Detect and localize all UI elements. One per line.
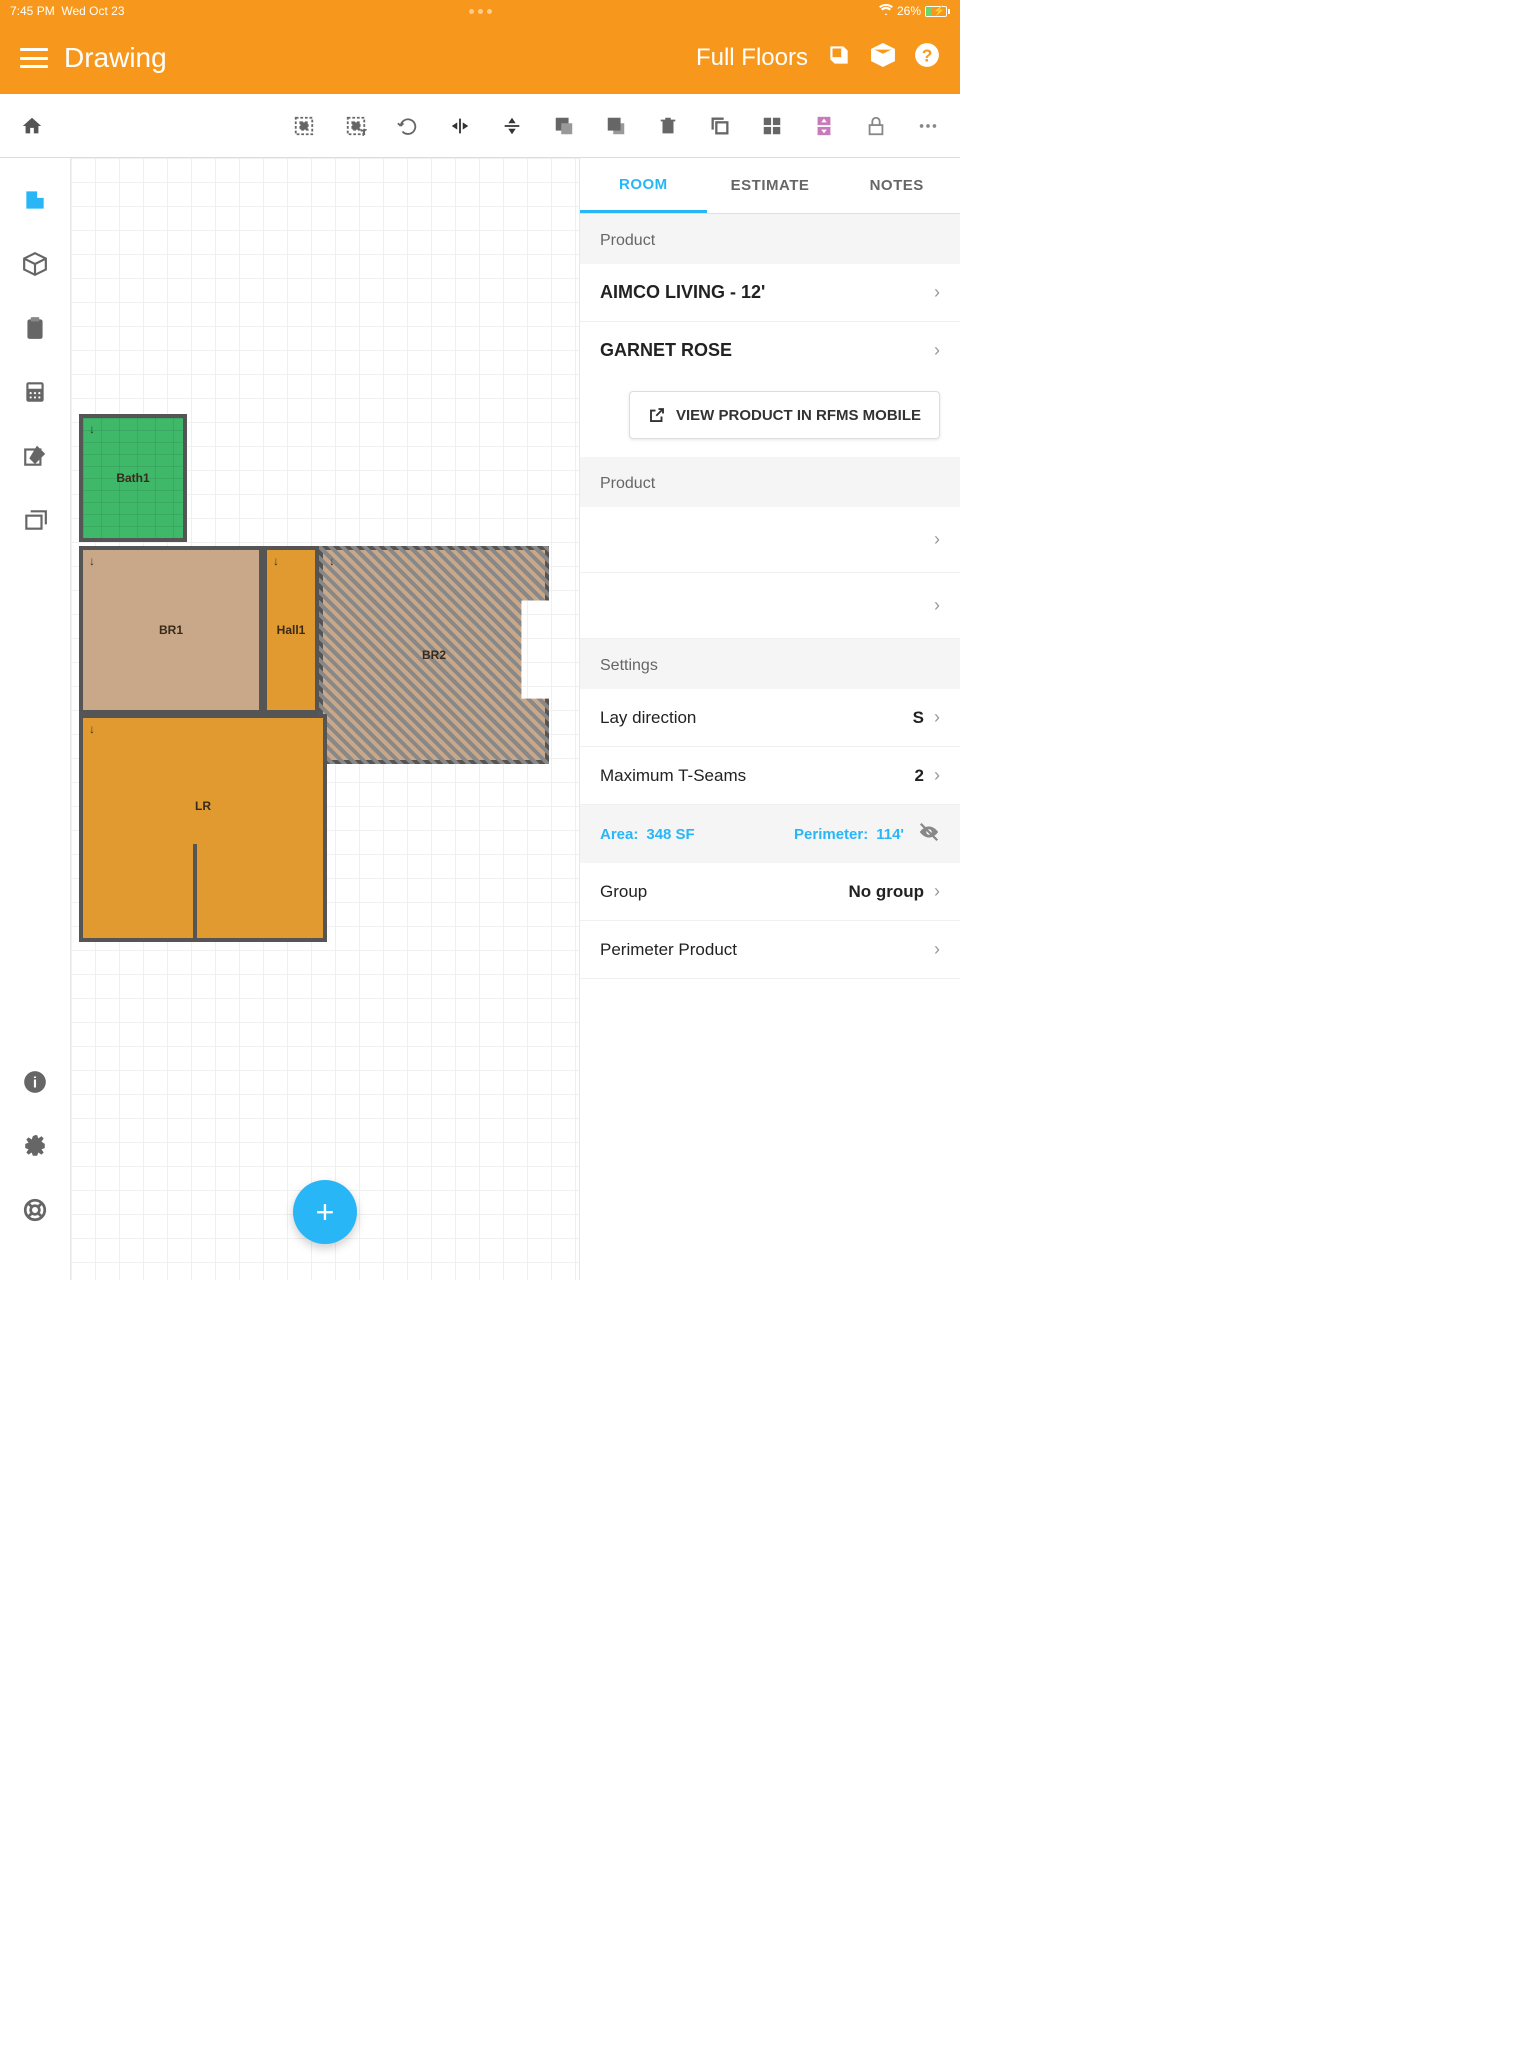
box-icon[interactable] — [870, 42, 896, 75]
tab-room[interactable]: ROOM — [580, 158, 707, 213]
right-panel: ROOM ESTIMATE NOTES Product AIMCO LIVING… — [580, 158, 960, 1280]
room-br1[interactable]: ↓BR1 — [79, 546, 263, 714]
home-icon[interactable] — [20, 114, 44, 138]
sidebar-calc-icon[interactable] — [21, 378, 49, 406]
sidebar-box-icon[interactable] — [21, 250, 49, 278]
battery-icon: ⚡ — [925, 6, 950, 17]
sidebar-clipboard-icon[interactable] — [21, 314, 49, 342]
area-row: Area: 348 SF Perimeter: 114' — [580, 805, 960, 863]
send-back-icon[interactable] — [604, 114, 628, 138]
product2-row1[interactable]: › — [580, 507, 960, 573]
more-icon[interactable] — [916, 114, 940, 138]
lay-direction-row[interactable]: Lay directionS› — [580, 689, 960, 747]
svg-text:i: i — [33, 1074, 37, 1091]
sidebar-package-icon[interactable] — [21, 506, 49, 534]
sidebar-edit-icon[interactable] — [21, 442, 49, 470]
panel-tabs: ROOM ESTIMATE NOTES — [580, 158, 960, 214]
tab-notes[interactable]: NOTES — [833, 158, 960, 213]
select-icon[interactable] — [292, 114, 316, 138]
wifi-icon — [879, 4, 893, 18]
room-hall1[interactable]: ↓Hall1 — [263, 546, 319, 714]
help-icon[interactable]: ? — [914, 42, 940, 75]
svg-text:?: ? — [922, 45, 933, 65]
select-t-icon[interactable]: T — [344, 114, 368, 138]
lock-icon[interactable] — [864, 114, 888, 138]
room-bath1[interactable]: ↓Bath1 — [79, 414, 187, 542]
sidebar-floor-icon[interactable] — [21, 186, 49, 214]
toolbar: T — [0, 94, 960, 158]
svg-text:T: T — [362, 128, 367, 137]
sidebar-info-icon[interactable]: i — [21, 1068, 49, 1096]
trash-icon[interactable] — [656, 114, 680, 138]
tab-estimate[interactable]: ESTIMATE — [707, 158, 834, 213]
status-date: Wed Oct 23 — [61, 4, 124, 18]
bring-front-icon[interactable] — [552, 114, 576, 138]
handle-dots — [469, 9, 492, 14]
product2-row2[interactable]: › — [580, 573, 960, 639]
grid-icon[interactable] — [760, 114, 784, 138]
menu-icon[interactable] — [20, 48, 48, 68]
full-floors-label[interactable]: Full Floors — [696, 44, 808, 72]
section-settings: Settings — [580, 639, 960, 689]
flip-v-icon[interactable] — [500, 114, 524, 138]
left-sidebar: i — [0, 158, 70, 1280]
layers-icon[interactable] — [826, 42, 852, 75]
battery-percent: 26% — [897, 4, 921, 18]
product-line2[interactable]: GARNET ROSE› — [580, 322, 960, 379]
section-product: Product — [580, 214, 960, 264]
tseams-row[interactable]: Maximum T-Seams2› — [580, 747, 960, 805]
compress-icon[interactable] — [812, 114, 836, 138]
app-header: Drawing Full Floors ? — [0, 22, 960, 94]
room-br2[interactable]: ↓BR2 — [319, 546, 549, 764]
rotate-icon[interactable] — [396, 114, 420, 138]
sidebar-settings-icon[interactable] — [21, 1132, 49, 1160]
perimeter-product-row[interactable]: Perimeter Product› — [580, 921, 960, 979]
add-button[interactable]: + — [293, 1180, 357, 1244]
copy-icon[interactable] — [708, 114, 732, 138]
eye-off-icon[interactable] — [918, 821, 940, 847]
flip-h-icon[interactable] — [448, 114, 472, 138]
section-product2: Product — [580, 457, 960, 507]
view-product-button[interactable]: VIEW PRODUCT IN RFMS MOBILE — [629, 391, 940, 439]
status-time: 7:45 PM — [10, 4, 55, 18]
room-lr-ext[interactable] — [193, 844, 327, 942]
canvas[interactable]: ↓Bath1 ↓BR1 ↓Hall1 ↓BR2 ↓LR + — [70, 158, 580, 1280]
sidebar-support-icon[interactable] — [21, 1196, 49, 1224]
status-bar: 7:45 PM Wed Oct 23 26% ⚡ — [0, 0, 960, 22]
group-row[interactable]: GroupNo group› — [580, 863, 960, 921]
product-line1[interactable]: AIMCO LIVING - 12'› — [580, 264, 960, 322]
page-title: Drawing — [64, 42, 696, 74]
